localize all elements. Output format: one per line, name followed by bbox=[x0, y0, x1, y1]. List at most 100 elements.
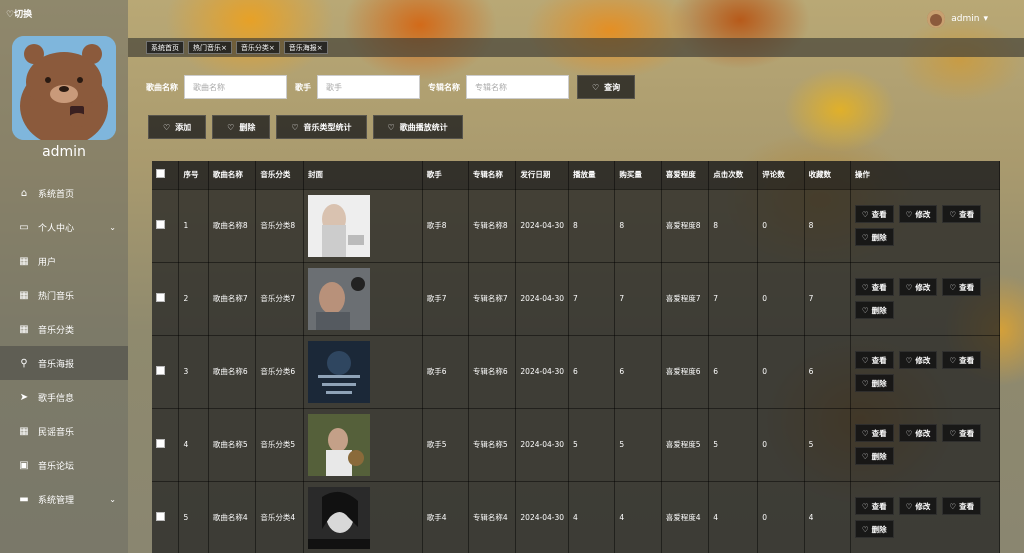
operations-cell: ♡ 查看 ♡ 修改 ♡ 查看 ♡ 删除 bbox=[850, 335, 1000, 409]
tab-1[interactable]: 热门音乐× bbox=[188, 41, 232, 54]
add-button-label: 添加 bbox=[175, 122, 192, 132]
column-header[interactable]: 歌曲名称 bbox=[208, 161, 257, 190]
song-name-input[interactable] bbox=[184, 75, 287, 99]
tab-0[interactable]: 系统首页 bbox=[146, 41, 184, 54]
sidebar-item-label: 热门音乐 bbox=[38, 291, 75, 302]
view-button-extra[interactable]: ♡ 查看 bbox=[942, 278, 982, 296]
column-header[interactable]: 专辑名称 bbox=[468, 161, 517, 190]
cell-category: 音乐分类8 bbox=[255, 189, 304, 263]
heart-icon: ♡ bbox=[905, 428, 913, 438]
view-button-label: 查看 bbox=[959, 355, 975, 365]
cell-album: 专辑名称4 bbox=[468, 481, 517, 553]
query-button[interactable]: ♡ 查询 bbox=[577, 75, 636, 99]
column-header[interactable]: 歌手 bbox=[422, 161, 469, 190]
cell-no: 5 bbox=[178, 481, 209, 553]
row-checkbox[interactable] bbox=[156, 220, 165, 229]
user-menu[interactable]: admin ▾ bbox=[927, 10, 988, 28]
cell-no: 3 bbox=[178, 335, 209, 409]
album-name-input[interactable] bbox=[466, 75, 569, 99]
switch-button[interactable]: ♡切换 bbox=[6, 7, 32, 20]
column-header[interactable]: 音乐分类 bbox=[255, 161, 304, 190]
column-header[interactable]: 点击次数 bbox=[708, 161, 759, 190]
sidebar-item-6[interactable]: ➤ 歌手信息 bbox=[0, 380, 128, 414]
view-button-extra[interactable]: ♡ 查看 bbox=[942, 351, 982, 369]
edit-button[interactable]: ♡ 修改 bbox=[898, 351, 938, 369]
view-button[interactable]: ♡ 查看 bbox=[854, 205, 894, 223]
column-header[interactable]: 封面 bbox=[303, 161, 423, 190]
sidebar-item-label: 音乐分类 bbox=[38, 325, 75, 336]
view-button-extra[interactable]: ♡ 查看 bbox=[942, 205, 982, 223]
row-delete-button[interactable]: ♡ 删除 bbox=[854, 447, 894, 465]
song-play-stats-button[interactable]: ♡ 歌曲播放统计 bbox=[372, 115, 463, 139]
sidebar-item-7[interactable]: ▦ 民谣音乐 bbox=[0, 414, 128, 448]
sidebar-item-5[interactable]: ⚲ 音乐海报 bbox=[0, 346, 128, 380]
row-actions: ♡ 查看 ♡ 修改 ♡ 查看 ♡ 删除 bbox=[854, 497, 995, 538]
column-header[interactable]: 购买量 bbox=[614, 161, 662, 190]
delete-button-label: 删除 bbox=[239, 122, 256, 132]
edit-button[interactable]: ♡ 修改 bbox=[898, 424, 938, 442]
cell-date: 2024-04-30 bbox=[515, 481, 569, 553]
heart-icon: ♡ bbox=[861, 355, 869, 365]
cell-plays: 6 bbox=[568, 335, 616, 409]
column-header[interactable]: 发行日期 bbox=[515, 161, 569, 190]
heart-icon: ♡ bbox=[905, 355, 913, 365]
tab-3[interactable]: 音乐海报× bbox=[283, 41, 328, 54]
cell-no: 1 bbox=[178, 189, 209, 263]
music-type-stats-button[interactable]: ♡ 音乐类型统计 bbox=[276, 115, 367, 139]
sidebar-item-8[interactable]: ▣ 音乐论坛 bbox=[0, 448, 128, 482]
cell-favs: 6 bbox=[804, 335, 851, 409]
edit-button[interactable]: ♡ 修改 bbox=[898, 497, 938, 515]
row-checkbox[interactable] bbox=[156, 366, 165, 375]
operations-cell: ♡ 查看 ♡ 修改 ♡ 查看 ♡ 删除 bbox=[850, 189, 1000, 263]
view-button-extra[interactable]: ♡ 查看 bbox=[942, 424, 982, 442]
view-button-extra[interactable]: ♡ 查看 bbox=[942, 497, 982, 515]
cell-clicks: 4 bbox=[708, 481, 759, 553]
sidebar-item-4[interactable]: ▦ 音乐分类 bbox=[0, 312, 128, 346]
main-content: 歌曲名称 歌手 专辑名称 ♡ 查询 ♡ 添加 ♡ 删除 ♡ 音乐类型统计 ♡ 歌… bbox=[128, 57, 1024, 553]
heart-icon: ♡ bbox=[905, 501, 913, 511]
row-actions: ♡ 查看 ♡ 修改 ♡ 查看 ♡ 删除 bbox=[854, 278, 995, 319]
row-delete-button[interactable]: ♡ 删除 bbox=[854, 374, 894, 392]
column-header[interactable]: 评论数 bbox=[757, 161, 805, 190]
album-name-label: 专辑名称 bbox=[428, 82, 460, 92]
column-header[interactable]: 喜爱程度 bbox=[661, 161, 710, 190]
cell-singer: 歌手4 bbox=[422, 481, 469, 553]
row-delete-button[interactable]: ♡ 删除 bbox=[854, 228, 894, 246]
column-header[interactable]: 播放量 bbox=[568, 161, 616, 190]
sidebar-item-9[interactable]: ▬ 系统管理 ⌄ bbox=[0, 482, 128, 516]
cell-no: 4 bbox=[178, 408, 209, 482]
view-button[interactable]: ♡ 查看 bbox=[854, 278, 894, 296]
view-button[interactable]: ♡ 查看 bbox=[854, 497, 894, 515]
edit-button[interactable]: ♡ 修改 bbox=[898, 205, 938, 223]
row-checkbox[interactable] bbox=[156, 512, 165, 521]
cell-love: 喜爱程度5 bbox=[661, 408, 710, 482]
row-checkbox[interactable] bbox=[156, 293, 165, 302]
table-row: 3 歌曲名称6 音乐分类6 歌手6 专辑名称6 2024-04-30 6 6 喜爱程度6 6 0 6 ♡… bbox=[152, 335, 1000, 409]
sidebar-item-2[interactable]: ▦ 用户 bbox=[0, 244, 128, 278]
singer-input[interactable] bbox=[317, 75, 420, 99]
sidebar-item-3[interactable]: ▦ 热门音乐 bbox=[0, 278, 128, 312]
delete-button-label: 删除 bbox=[871, 305, 887, 315]
delete-button[interactable]: ♡ 删除 bbox=[212, 115, 271, 139]
table-header-row: 序号 歌曲名称 音乐分类 封面 歌手 专辑名称 发行日期 播放量 购买量 喜爱程度 点击次数 评论数收… bbox=[152, 161, 1000, 190]
cell-song: 歌曲名称6 bbox=[208, 335, 257, 409]
row-delete-button[interactable]: ♡ 删除 bbox=[854, 520, 894, 538]
column-header[interactable]: 序号 bbox=[178, 161, 209, 190]
sidebar-item-0[interactable]: ⌂ 系统首页 bbox=[0, 176, 128, 210]
data-table-container: 序号 歌曲名称 音乐分类 封面 歌手 专辑名称 发行日期 播放量 购买量 喜爱程度 点击次数 评论数收… bbox=[152, 161, 1000, 553]
edit-button[interactable]: ♡ 修改 bbox=[898, 278, 938, 296]
sidebar-item-1[interactable]: ▭ 个人中心 ⌄ bbox=[0, 210, 128, 244]
heart-icon: ♡ bbox=[949, 355, 957, 365]
row-delete-button[interactable]: ♡ 删除 bbox=[854, 301, 894, 319]
add-button[interactable]: ♡ 添加 bbox=[148, 115, 207, 139]
row-checkbox[interactable] bbox=[156, 439, 165, 448]
tab-2[interactable]: 音乐分类× bbox=[235, 41, 280, 54]
row-actions: ♡ 查看 ♡ 修改 ♡ 查看 ♡ 删除 bbox=[854, 351, 995, 392]
column-header[interactable]: 操作 bbox=[850, 161, 1000, 190]
view-button[interactable]: ♡ 查看 bbox=[854, 351, 894, 369]
table-body: 1 歌曲名称8 音乐分类8 歌手8 专辑名称8 2024-04-30 8 8 喜爱程度8 8 0 8 ♡… bbox=[152, 189, 1000, 553]
select-all-checkbox[interactable] bbox=[156, 169, 165, 179]
grid-icon: ▦ bbox=[19, 255, 29, 267]
view-button[interactable]: ♡ 查看 bbox=[854, 424, 894, 442]
column-header[interactable]: 收藏数 bbox=[804, 161, 851, 190]
